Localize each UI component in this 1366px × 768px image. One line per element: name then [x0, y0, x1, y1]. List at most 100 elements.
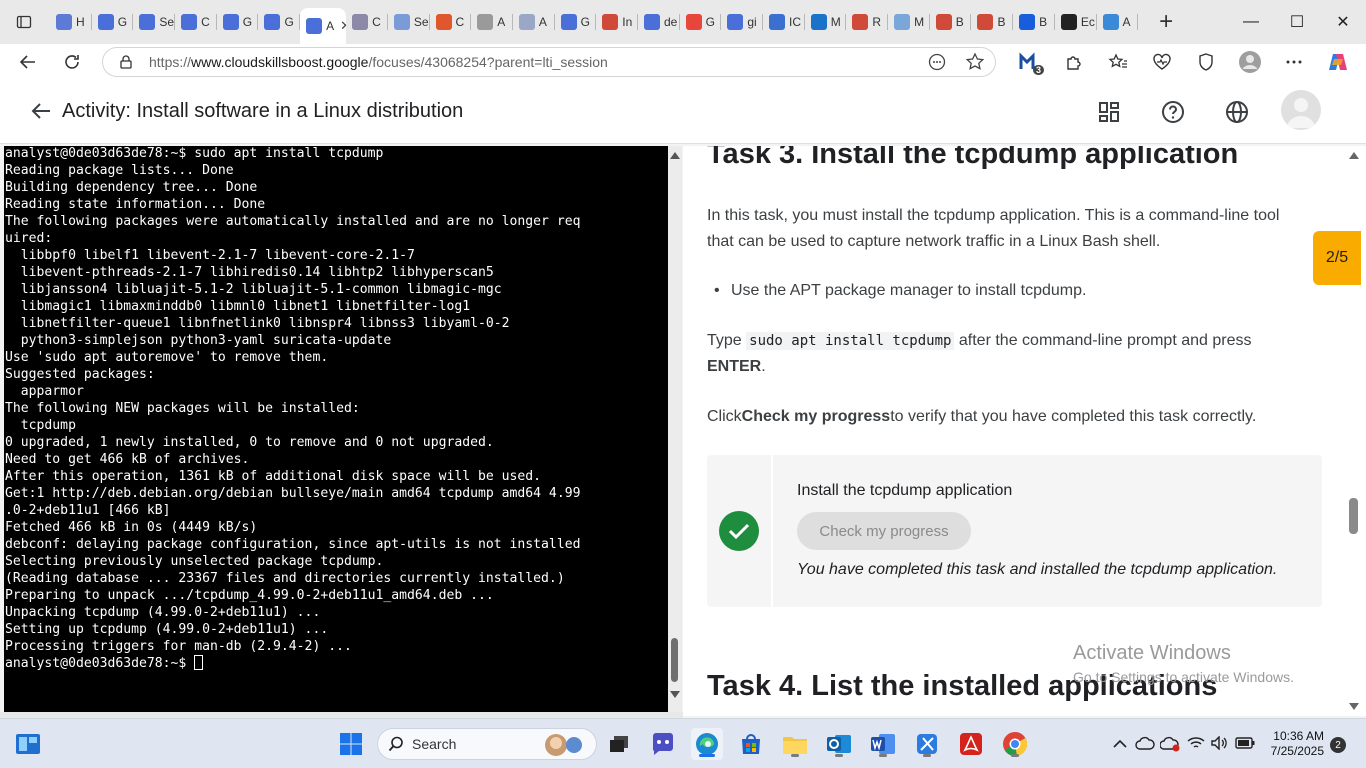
outlook-icon[interactable] — [823, 728, 855, 760]
browser-tab[interactable]: G — [258, 5, 301, 39]
browser-tab[interactable]: B — [930, 5, 972, 39]
shield-icon — [518, 14, 535, 30]
browser-tab[interactable]: IC — [763, 5, 805, 39]
dashboard-icon[interactable] — [1097, 100, 1121, 124]
terminal-line: python3-simplejson python3-yaml suricata… — [5, 333, 392, 348]
browser-tab[interactable]: A ✕ — [300, 8, 347, 44]
browser-tab[interactable]: C — [175, 5, 217, 39]
new-tab-button[interactable]: + — [1154, 8, 1178, 36]
browser-tab[interactable]: de — [638, 5, 680, 39]
scroll-down-icon[interactable] — [1349, 703, 1359, 710]
browser-tab[interactable]: gi — [721, 5, 763, 39]
browser-tab[interactable]: H — [50, 5, 92, 39]
browser-tab[interactable]: Se — [133, 5, 176, 39]
google-icon — [139, 14, 156, 30]
browser-tab[interactable]: G — [217, 5, 259, 39]
language-globe-icon[interactable] — [1225, 100, 1249, 124]
tab-label: gi — [747, 15, 757, 29]
word-icon[interactable] — [867, 728, 899, 760]
terminal-line: apparmor — [5, 384, 84, 399]
scroll-down-icon[interactable] — [670, 691, 680, 698]
user-avatar[interactable] — [1281, 90, 1321, 130]
window-controls: — ☐ ✕ — [1228, 0, 1366, 44]
refresh-icon[interactable] — [54, 47, 90, 77]
terminal-line: libjansson4 libluajit-5.1-2 libluajit-5.… — [5, 282, 502, 297]
shield-icon[interactable] — [1188, 47, 1224, 77]
terminal-line: After this operation, 1361 kB of additio… — [5, 469, 542, 484]
url-text[interactable]: https://www.cloudskillsboost.google/focu… — [149, 54, 608, 70]
onedrive-icon[interactable] — [1135, 736, 1155, 753]
browser-tab[interactable]: B — [1013, 5, 1055, 39]
task3-bullet: • Use the APT package manager to install … — [714, 282, 1087, 299]
close-window-button[interactable]: ✕ — [1320, 0, 1366, 44]
browser-tab[interactable]: A — [1097, 5, 1139, 39]
acrobat-icon[interactable] — [955, 728, 987, 760]
copilot-icon[interactable] — [1320, 47, 1356, 77]
back-icon[interactable] — [10, 47, 46, 77]
terminal-prompt-line[interactable]: analyst@0de03d63de78:~$ — [5, 655, 668, 672]
terminal-line: 0 upgraded, 1 newly installed, 0 to remo… — [5, 435, 494, 450]
browser-tab[interactable]: Se — [388, 5, 430, 39]
store-icon[interactable] — [735, 728, 767, 760]
browser-tab[interactable]: M — [888, 5, 930, 39]
task-view-icon[interactable] — [603, 728, 635, 760]
widgets-icon[interactable] — [12, 728, 44, 760]
vpn-tray-icon[interactable] — [1159, 736, 1180, 755]
completion-message: You have completed this task and install… — [797, 561, 1278, 578]
clock[interactable]: 10:36 AM 7/25/2025 — [1262, 729, 1324, 759]
browser-tab[interactable]: C — [430, 5, 472, 39]
browser-essentials-icon[interactable] — [1144, 47, 1180, 77]
browser-tab[interactable]: In — [596, 5, 638, 39]
browser-tab[interactable]: C — [346, 5, 388, 39]
github-icon — [1060, 14, 1077, 30]
browser-tab[interactable]: A — [471, 5, 513, 39]
terminal-scrollbar[interactable] — [668, 146, 682, 712]
more-menu-icon[interactable] — [1276, 47, 1312, 77]
battery-icon[interactable] — [1235, 736, 1255, 753]
favorites-icon[interactable] — [1100, 47, 1136, 77]
extensions-puzzle-icon[interactable] — [1056, 47, 1092, 77]
browser-tab[interactable]: Ec — [1055, 5, 1097, 39]
notification-badge[interactable]: 2 — [1330, 737, 1346, 753]
favorite-star-icon[interactable] — [965, 52, 985, 72]
reader-mode-icon[interactable] — [927, 52, 947, 72]
browser-tab[interactable]: G — [555, 5, 597, 39]
browser-tab[interactable]: M — [805, 5, 847, 39]
file-explorer-icon[interactable] — [779, 728, 811, 760]
tab-actions-icon[interactable] — [10, 8, 38, 36]
terminal[interactable]: analyst@0de03d63de78:~$ sudo apt install… — [4, 146, 668, 712]
minimize-button[interactable]: — — [1228, 0, 1274, 44]
start-windows-icon[interactable] — [335, 728, 367, 760]
apple-icon — [477, 14, 494, 30]
instructions-scroll-thumb[interactable] — [1349, 498, 1358, 534]
browser-tab[interactable]: G — [92, 5, 134, 39]
volume-icon[interactable] — [1211, 735, 1229, 753]
scroll-up-icon[interactable] — [670, 152, 680, 159]
browser-tab[interactable]: G — [680, 5, 722, 39]
task-progress-badge[interactable]: 2/5 — [1313, 231, 1361, 285]
terminal-line: tcpdump — [5, 418, 76, 433]
tray-chevron-icon[interactable] — [1113, 736, 1127, 752]
edge-icon[interactable] — [691, 728, 723, 760]
browser-tab[interactable]: R — [846, 5, 889, 39]
chat-icon[interactable] — [647, 728, 679, 760]
address-bar[interactable]: https://www.cloudskillsboost.google/focu… — [102, 47, 996, 77]
browser-tab[interactable]: B — [971, 5, 1014, 39]
chrome-icon[interactable] — [999, 728, 1031, 760]
extension-m-icon[interactable]: 3 — [1012, 47, 1048, 77]
terminal-line: Preparing to unpack .../tcpdump_4.99.0-2… — [5, 588, 494, 603]
back-arrow-icon[interactable] — [30, 100, 52, 122]
navigation-bar: https://www.cloudskillsboost.google/focu… — [0, 44, 1366, 80]
terminal-scroll-thumb[interactable] — [671, 638, 678, 682]
lock-icon[interactable] — [119, 55, 133, 69]
help-icon[interactable] — [1161, 100, 1185, 124]
scroll-up-icon[interactable] — [1349, 152, 1359, 159]
snipping-tool-icon[interactable] — [911, 728, 943, 760]
wifi-icon[interactable] — [1187, 736, 1205, 753]
browser-tab[interactable]: A — [513, 5, 555, 39]
profile-icon[interactable] — [1232, 47, 1268, 77]
taskbar-search[interactable]: Search — [377, 728, 597, 760]
check-my-progress-button[interactable]: Check my progress — [797, 512, 971, 550]
tab-label: G — [580, 15, 590, 29]
maximize-button[interactable]: ☐ — [1274, 0, 1320, 44]
